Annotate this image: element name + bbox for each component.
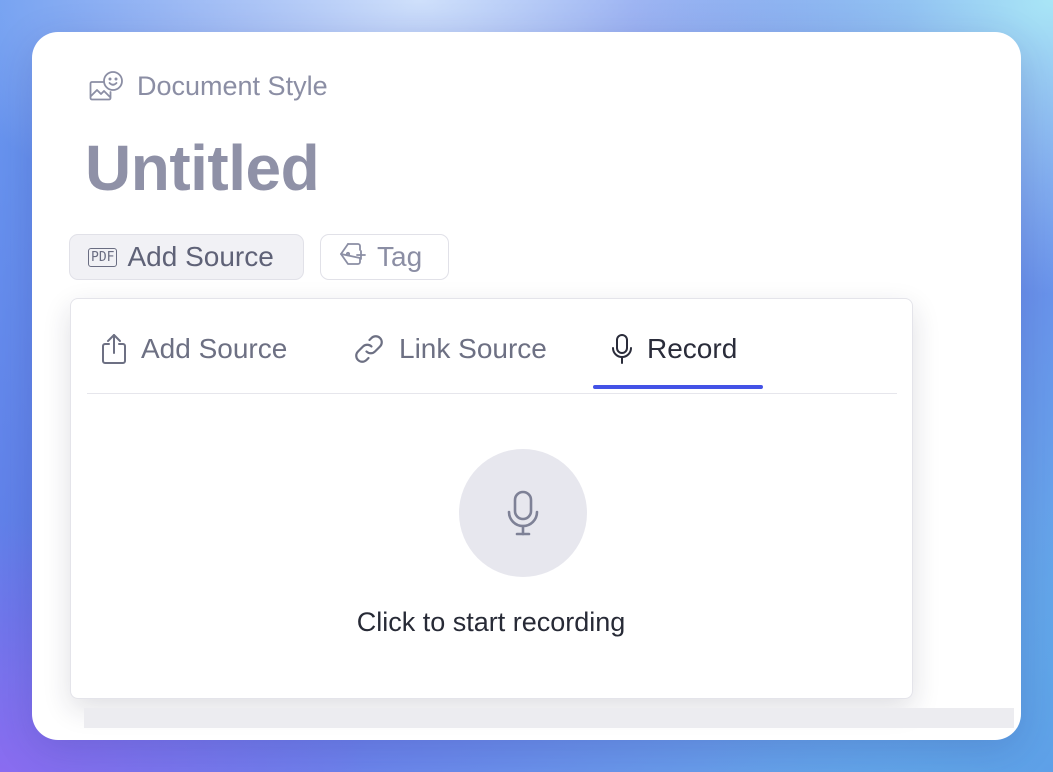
link-icon xyxy=(353,333,385,365)
tab-record[interactable]: Record xyxy=(611,325,737,373)
active-tab-indicator xyxy=(593,385,763,389)
microphone-icon xyxy=(505,489,541,537)
add-tag-button[interactable]: Tag xyxy=(320,234,449,280)
add-source-label: Add Source xyxy=(127,241,274,272)
microphone-icon xyxy=(611,333,633,365)
tab-add-source-label: Add Source xyxy=(141,333,288,364)
start-recording-button[interactable] xyxy=(459,449,587,577)
record-hint-text: Click to start recording xyxy=(356,607,626,637)
image-face-icon xyxy=(89,70,125,102)
tab-link-source-label: Link Source xyxy=(399,333,547,364)
upload-icon xyxy=(101,333,127,365)
document-style-button[interactable]: Document Style xyxy=(89,68,328,104)
tab-add-source[interactable]: Add Source xyxy=(101,325,287,373)
source-popover: Add Source Link Source Record Click to s… xyxy=(70,298,913,699)
tag-plus-icon xyxy=(339,241,367,274)
tag-label: Tag xyxy=(377,241,423,272)
add-source-button[interactable]: PDF Add Source xyxy=(69,234,304,280)
document-card: Document Style Untitled PDF Add Source T… xyxy=(32,32,1021,740)
tab-link-source[interactable]: Link Source xyxy=(353,325,547,373)
pdf-icon: PDF xyxy=(88,247,118,267)
tab-record-label: Record xyxy=(647,333,738,364)
page-title[interactable]: Untitled xyxy=(85,132,320,204)
source-tabs: Add Source Link Source Record xyxy=(87,299,897,394)
content-placeholder-bar xyxy=(84,708,1014,728)
document-style-label: Document Style xyxy=(137,70,328,101)
